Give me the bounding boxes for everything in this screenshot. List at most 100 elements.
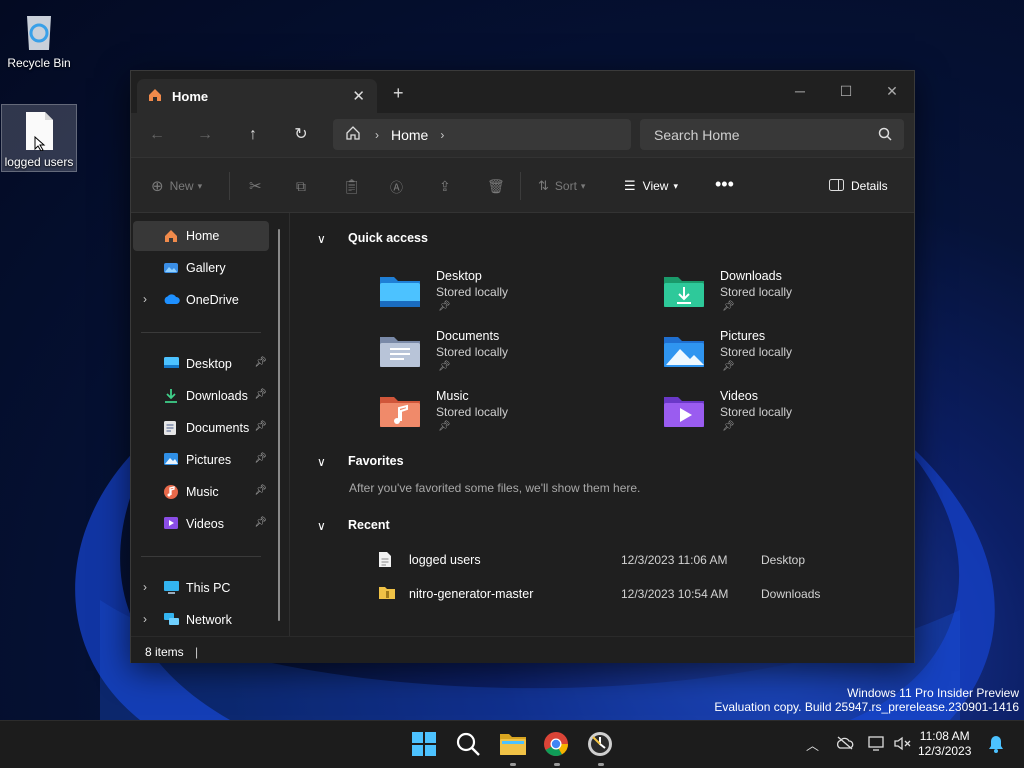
chrome-taskbar-button[interactable] bbox=[543, 731, 571, 759]
sidebar-item-pictures[interactable]: Pictures 📌︎ bbox=[133, 445, 269, 475]
paste-button[interactable]: 📋︎ bbox=[343, 176, 361, 196]
divider bbox=[141, 556, 261, 557]
recent-file-name: nitro-generator-master bbox=[409, 587, 534, 601]
pictures-folder-icon bbox=[664, 337, 704, 367]
bell-icon bbox=[989, 736, 1003, 753]
share-button[interactable]: ⇪ bbox=[439, 176, 451, 196]
view-label: View bbox=[642, 179, 669, 193]
file-explorer-window: Home ✕ + ─ ☐ ✕ ← → ↑ ↻ › Home › Search H… bbox=[130, 70, 915, 663]
network-tray-button[interactable] bbox=[868, 736, 886, 754]
quick-access-item-desktop[interactable]: Desktop Stored locally 📌︎ bbox=[378, 267, 628, 319]
start-button[interactable] bbox=[411, 731, 439, 759]
quick-access-item-pictures[interactable]: Pictures Stored locally 📌︎ bbox=[662, 327, 912, 379]
quick-access-item-downloads[interactable]: Downloads Stored locally 📌︎ bbox=[662, 267, 912, 319]
new-button[interactable]: ⊕ New ▾ bbox=[151, 176, 202, 196]
forward-button[interactable]: → bbox=[191, 123, 219, 147]
recent-row[interactable]: nitro-generator-master 12/3/2023 10:54 A… bbox=[378, 579, 858, 609]
section-title: Recent bbox=[348, 518, 390, 532]
details-label: Details bbox=[851, 179, 888, 193]
tab-home[interactable]: Home ✕ bbox=[137, 79, 377, 113]
status-bar: 8 items | bbox=[131, 636, 914, 663]
sidebar-item-label: Downloads bbox=[186, 389, 248, 403]
section-title: Favorites bbox=[348, 454, 404, 468]
desktop-icon-recycle-bin[interactable]: Recycle Bin bbox=[1, 6, 77, 76]
sidebar-item-home[interactable]: Home bbox=[133, 221, 269, 251]
close-window-button[interactable]: ✕ bbox=[869, 77, 915, 105]
sidebar-item-documents[interactable]: Documents 📌︎ bbox=[133, 413, 269, 443]
view-button[interactable]: ☰ View ▾ bbox=[624, 176, 678, 196]
close-tab-icon[interactable]: ✕ bbox=[352, 87, 365, 105]
quick-access-item-music[interactable]: Music Stored locally 📌︎ bbox=[378, 387, 628, 439]
quick-access-item-documents[interactable]: Documents Stored locally 📌︎ bbox=[378, 327, 628, 379]
pin-icon: 📌︎ bbox=[254, 357, 267, 368]
desktop-icon-label: logged users bbox=[4, 155, 74, 169]
rename-icon: Ⓐ bbox=[390, 179, 404, 195]
onedrive-tray-button[interactable] bbox=[836, 736, 854, 753]
item-status: Stored locally bbox=[720, 405, 793, 419]
section-header-favorites[interactable]: ∨ Favorites bbox=[317, 454, 404, 469]
sidebar-item-label: Music bbox=[186, 485, 219, 499]
sidebar-item-onedrive[interactable]: › OneDrive bbox=[133, 285, 269, 315]
divider bbox=[141, 332, 261, 333]
pin-icon: 📌︎ bbox=[254, 517, 267, 528]
item-name: Desktop bbox=[436, 269, 482, 283]
item-name: Downloads bbox=[720, 269, 782, 283]
clock-app-taskbar-button[interactable] bbox=[587, 731, 615, 759]
copy-button[interactable]: ⧉ bbox=[296, 176, 306, 196]
delete-button[interactable]: 🗑︎ bbox=[487, 176, 505, 196]
sidebar-item-videos[interactable]: Videos 📌︎ bbox=[133, 509, 269, 539]
minimize-button[interactable]: ─ bbox=[777, 77, 823, 105]
desktop-icon-logged-users[interactable]: logged users bbox=[1, 104, 77, 172]
more-dots-icon: ••• bbox=[715, 173, 734, 194]
item-name: Pictures bbox=[720, 329, 766, 343]
sidebar-scrollbar[interactable] bbox=[278, 229, 280, 621]
cut-button[interactable]: ✂ bbox=[249, 176, 262, 196]
back-button[interactable]: ← bbox=[143, 123, 171, 147]
refresh-button[interactable]: ↻ bbox=[287, 123, 315, 147]
up-button[interactable]: ↑ bbox=[239, 123, 267, 147]
chevron-right-icon[interactable]: › bbox=[143, 580, 147, 594]
chevron-down-icon[interactable]: ∨ bbox=[317, 232, 326, 246]
recent-row[interactable]: logged users 12/3/2023 11:06 AM Desktop bbox=[378, 545, 858, 575]
show-hidden-icons-button[interactable]: ︿ bbox=[806, 735, 819, 754]
chevron-down-icon[interactable]: ∨ bbox=[317, 455, 326, 469]
chevron-right-icon[interactable]: › bbox=[143, 292, 147, 306]
search-placeholder: Search Home bbox=[654, 126, 740, 143]
sidebar-item-label: Gallery bbox=[186, 261, 226, 275]
sidebar-item-downloads[interactable]: Downloads 📌︎ bbox=[133, 381, 269, 411]
quick-access-item-videos[interactable]: Videos Stored locally 📌︎ bbox=[662, 387, 912, 439]
rename-button[interactable]: Ⓐ bbox=[390, 176, 403, 196]
more-options-button[interactable]: ••• bbox=[715, 174, 734, 194]
pin-icon: 📌︎ bbox=[254, 485, 267, 496]
sort-label: Sort bbox=[554, 179, 577, 193]
file-explorer-taskbar-button[interactable] bbox=[499, 731, 527, 759]
recycle-bin-icon bbox=[21, 12, 57, 52]
sort-button[interactable]: ⇅ Sort ▾ bbox=[538, 176, 585, 196]
search-button[interactable] bbox=[455, 731, 483, 759]
status-divider: | bbox=[195, 645, 199, 659]
breadcrumb-home[interactable]: Home bbox=[391, 127, 428, 143]
sidebar-item-music[interactable]: Music 📌︎ bbox=[133, 477, 269, 507]
item-name: Documents bbox=[436, 329, 500, 343]
taskbar-clock[interactable]: 11:08 AM 12/3/2023 bbox=[918, 729, 971, 759]
sidebar-item-desktop[interactable]: Desktop 📌︎ bbox=[133, 349, 269, 379]
chevron-right-icon: › bbox=[375, 127, 379, 142]
zip-folder-icon bbox=[378, 585, 396, 603]
videos-folder-icon bbox=[664, 397, 704, 427]
sidebar-item-network[interactable]: › Network bbox=[133, 605, 269, 635]
new-label: New bbox=[169, 179, 194, 193]
details-button[interactable]: Details bbox=[829, 176, 888, 196]
sidebar-item-gallery[interactable]: Gallery bbox=[133, 253, 269, 283]
maximize-button[interactable]: ☐ bbox=[823, 77, 869, 105]
notifications-button[interactable] bbox=[988, 735, 1004, 756]
volume-tray-button[interactable] bbox=[894, 736, 912, 754]
new-tab-button[interactable]: + bbox=[393, 83, 404, 104]
sidebar-item-this-pc[interactable]: › This PC bbox=[133, 573, 269, 603]
section-header-recent[interactable]: ∨ Recent bbox=[317, 518, 390, 533]
address-bar[interactable]: › Home › bbox=[333, 119, 631, 150]
chevron-down-icon[interactable]: ∨ bbox=[317, 519, 326, 533]
scissors-icon: ✂ bbox=[249, 178, 262, 195]
search-input[interactable]: Search Home bbox=[640, 119, 904, 150]
section-header-quick-access[interactable]: ∨ Quick access bbox=[317, 231, 428, 246]
chevron-right-icon[interactable]: › bbox=[143, 612, 147, 626]
